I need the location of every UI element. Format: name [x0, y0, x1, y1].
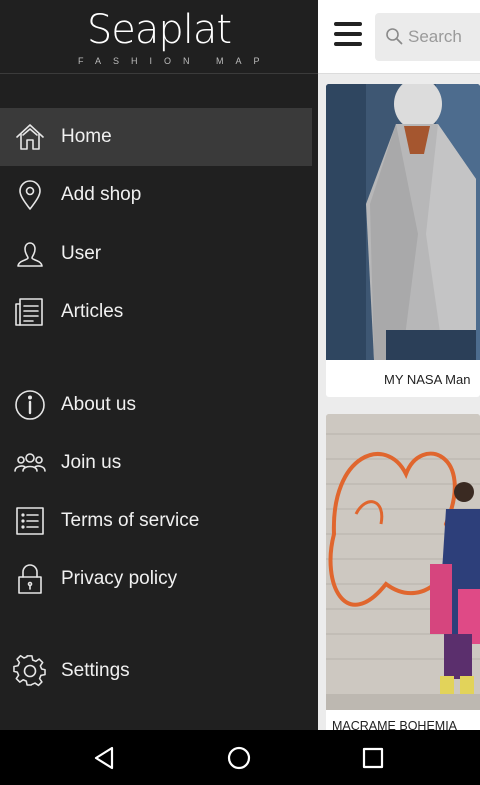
recents-icon [362, 747, 384, 769]
nav-item-label: Terms of service [61, 510, 200, 531]
nav-item-articles[interactable]: Articles [0, 283, 312, 341]
navigation-drawer: Seaplat FASHION MAP Home Add shop User A… [0, 0, 318, 730]
list-icon [13, 504, 47, 538]
back-icon [94, 746, 114, 770]
nav-item-label: Join us [61, 452, 122, 473]
feed-card[interactable]: MY NASA Man [326, 84, 480, 397]
nav-item-label: Articles [61, 301, 124, 322]
nav-item-privacy-policy[interactable]: Privacy policy [0, 550, 312, 608]
menu-bar [334, 42, 362, 46]
card-caption: MY NASA Man [384, 372, 471, 387]
menu-bar [334, 32, 362, 36]
brand-logo: Seaplat [86, 7, 232, 53]
card-photo [326, 84, 480, 360]
search-icon [386, 28, 403, 45]
map-pin-icon [13, 178, 47, 212]
main-content: MY NASA Man MACRAME BOHEMIA [318, 0, 480, 730]
nav-item-label: About us [61, 394, 136, 415]
articles-icon [13, 295, 47, 329]
nav-item-label: Settings [61, 660, 130, 681]
nav-item-user[interactable]: User [0, 225, 312, 283]
recents-button[interactable] [359, 744, 387, 772]
system-navigation-bar [0, 730, 480, 785]
home-icon [13, 120, 47, 154]
nav-item-label: User [61, 243, 102, 264]
group-icon [13, 446, 47, 480]
nav-item-join-us[interactable]: Join us [0, 434, 312, 492]
info-icon [13, 388, 47, 422]
gear-icon [13, 654, 47, 688]
nav-item-label: Add shop [61, 184, 142, 205]
top-app-bar [318, 0, 480, 74]
nav-item-about-us[interactable]: About us [0, 376, 312, 434]
card-photo [326, 414, 480, 710]
hamburger-menu-button[interactable] [334, 22, 364, 48]
brand-tagline: FASHION MAP [78, 56, 272, 66]
nav-item-label: Privacy policy [61, 568, 178, 589]
lock-icon [13, 562, 47, 596]
home-button[interactable] [225, 744, 253, 772]
back-button[interactable] [90, 744, 118, 772]
nav-item-home[interactable]: Home [0, 108, 312, 166]
user-icon [13, 237, 47, 271]
nav-item-settings[interactable]: Settings [0, 642, 312, 700]
nav-item-terms-of-service[interactable]: Terms of service [0, 492, 312, 550]
feed-card[interactable]: MACRAME BOHEMIA [326, 414, 480, 730]
drawer-header: Seaplat FASHION MAP [0, 0, 318, 74]
card-caption: MACRAME BOHEMIA [332, 719, 458, 730]
search-box[interactable] [375, 13, 480, 61]
home-circle-icon [227, 746, 251, 770]
search-input[interactable] [408, 25, 480, 49]
menu-bar [334, 22, 362, 26]
nav-item-label: Home [61, 126, 112, 147]
nav-item-add-shop[interactable]: Add shop [0, 166, 312, 224]
